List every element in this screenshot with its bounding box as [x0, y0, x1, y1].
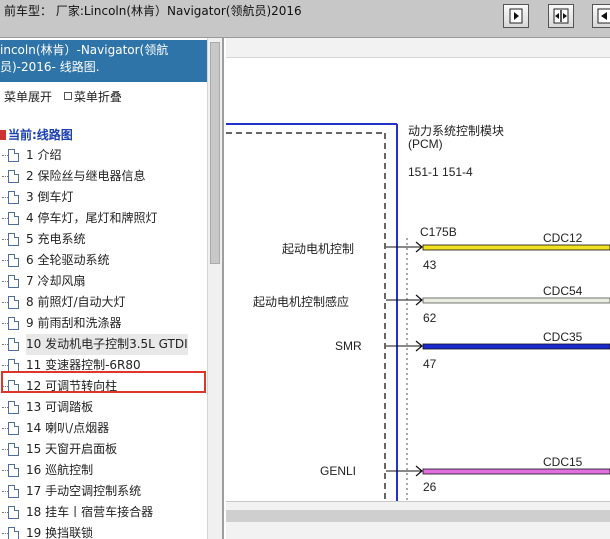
document-icon [8, 212, 19, 225]
tree-item[interactable]: 19 换挡联锁 [0, 523, 207, 539]
document-icon [8, 506, 19, 519]
collapse-left-button[interactable] [592, 4, 610, 28]
signal-label: 起动电机控制 [282, 242, 355, 256]
tree-item[interactable]: 14 喇叭/点烟器 [0, 418, 207, 439]
tree-item[interactable]: 1 介绍 [0, 145, 207, 166]
collapse-menu-label: 菜单折叠 [73, 90, 122, 104]
module-abbreviation: (PCM) [408, 137, 443, 151]
expand-menu-label: 菜单展开 [4, 90, 53, 104]
document-icon [8, 233, 19, 246]
document-icon [8, 191, 19, 204]
tree-item-label: 18 挂车丨宿营车接合器 [26, 505, 154, 519]
tree-item-label: 5 充电系统 [26, 232, 86, 246]
circuit-code: CDC12 [543, 231, 583, 245]
current-section-label: 当前:线路图 [8, 128, 73, 142]
signal-label: 起动电机控制感应 [253, 295, 350, 309]
wiring-diagram-view: 动力系统控制模块 (PCM) 151-1 151-4 C175B 起动电机控制 … [226, 38, 610, 539]
tree-item[interactable]: 15 天窗开启面板 [0, 439, 207, 460]
document-icon [8, 170, 19, 183]
tree-item-label: 2 保险丝与继电器信息 [26, 169, 146, 183]
module-references: 151-1 151-4 [408, 165, 473, 179]
tree-item[interactable]: 6 全轮驱动系统 [0, 250, 207, 271]
circuit-code: CDC35 [543, 330, 583, 344]
split-view-button[interactable] [548, 4, 574, 28]
tree-item[interactable]: 18 挂车丨宿营车接合器 [0, 502, 207, 523]
panel-header-line2: 员)-2016- 线路图. [0, 60, 100, 74]
circuit-code: CDC15 [543, 455, 583, 469]
top-toolbar: 前车型： 厂家:Lincoln(林肯）Navigator(领航员)2016 [0, 0, 610, 38]
horizontal-scrollbar[interactable] [226, 501, 610, 539]
document-icon [8, 443, 19, 456]
tree-item-selected[interactable]: 10 发动机电子控制3.5L GTDI [0, 334, 207, 355]
panel-header: incoln(林肯）-Navigator(领航 员)-2016- 线路图. [0, 40, 207, 82]
document-icon [8, 317, 19, 330]
tree-item[interactable]: 2 保险丝与继电器信息 [0, 166, 207, 187]
selection-highlight [1, 371, 206, 393]
tree-item-label: 10 发动机电子控制3.5L GTDI [26, 334, 188, 355]
expand-right-button[interactable] [503, 4, 529, 28]
vertical-scrollbar[interactable] [207, 38, 222, 539]
arrow-left-icon [597, 8, 610, 24]
tree-item[interactable]: 3 倒车灯 [0, 187, 207, 208]
book-icon [0, 130, 6, 140]
tree-item-label: 8 前照灯/自动大灯 [26, 295, 126, 309]
document-icon [8, 296, 19, 309]
collapse-box-icon [63, 92, 72, 100]
connector-label: C175B [420, 225, 457, 239]
tree-item-label: 9 前雨刮和洗涤器 [26, 316, 122, 330]
scrollbar-track[interactable] [226, 510, 610, 522]
tree-item[interactable]: 8 前照灯/自动大灯 [0, 292, 207, 313]
tree-item-label: 19 换挡联锁 [26, 526, 94, 539]
tree-item[interactable]: 7 冷却风扇 [0, 271, 207, 292]
document-icon [8, 149, 19, 162]
current-section: 当前:线路图 [0, 126, 73, 143]
tree-item[interactable]: 17 手动空调控制系统 [0, 481, 207, 502]
document-icon [8, 275, 19, 288]
tree-item[interactable]: 4 停车灯，尾灯和牌照灯 [0, 208, 207, 229]
tree-item-label: 16 巡航控制 [26, 463, 94, 477]
document-icon [8, 527, 19, 539]
panel-header-line1: incoln(林肯）-Navigator(领航 [0, 43, 169, 57]
tree-item-label: 7 冷却风扇 [26, 274, 86, 288]
menu-actions: 菜单展开 菜单折叠 [4, 88, 122, 105]
pin-number: 47 [423, 357, 437, 371]
document-icon [8, 254, 19, 267]
tree-item-label: 13 可调踏板 [26, 400, 94, 414]
signal-label: GENLI [320, 464, 357, 478]
expand-menu-link[interactable]: 菜单展开 [4, 88, 52, 105]
topic-tree: 1 介绍 2 保险丝与继电器信息 3 倒车灯 4 停车灯，尾灯和牌照灯 5 充电… [0, 145, 207, 539]
tree-item[interactable]: 5 充电系统 [0, 229, 207, 250]
tree-item-label: 14 喇叭/点烟器 [26, 421, 110, 435]
tree-item-label: 1 介绍 [26, 148, 62, 162]
document-icon [8, 464, 19, 477]
arrow-right-icon [509, 8, 523, 24]
pin-number: 62 [423, 311, 437, 325]
signal-label: SMR [335, 339, 362, 353]
tree-item[interactable]: 13 可调踏板 [0, 397, 207, 418]
document-icon [8, 422, 19, 435]
circuit-code: CDC54 [543, 284, 583, 298]
tree-item-label: 4 停车灯，尾灯和牌照灯 [26, 211, 158, 225]
tree-item-label: 15 天窗开启面板 [26, 442, 118, 456]
tree-item[interactable]: 9 前雨刮和洗涤器 [0, 313, 207, 334]
current-model-label: 前车型： 厂家:Lincoln(林肯）Navigator(领航员)2016 [4, 4, 302, 18]
collapse-menu-link[interactable]: 菜单折叠 [56, 88, 122, 105]
tree-item-label: 3 倒车灯 [26, 190, 74, 204]
pin-number: 26 [423, 480, 437, 494]
document-icon [8, 338, 19, 351]
tree-item[interactable]: 16 巡航控制 [0, 460, 207, 481]
scrollbar-thumb[interactable] [210, 42, 220, 264]
tree-item-label: 17 手动空调控制系统 [26, 484, 142, 498]
navigation-panel: incoln(林肯）-Navigator(领航 员)-2016- 线路图. 菜单… [0, 38, 224, 539]
tree-item-label: 6 全轮驱动系统 [26, 253, 110, 267]
split-arrows-icon [553, 8, 569, 24]
wiring-diagram-canvas [226, 123, 610, 501]
document-icon [8, 485, 19, 498]
pin-number: 43 [423, 258, 437, 272]
document-icon [8, 401, 19, 414]
